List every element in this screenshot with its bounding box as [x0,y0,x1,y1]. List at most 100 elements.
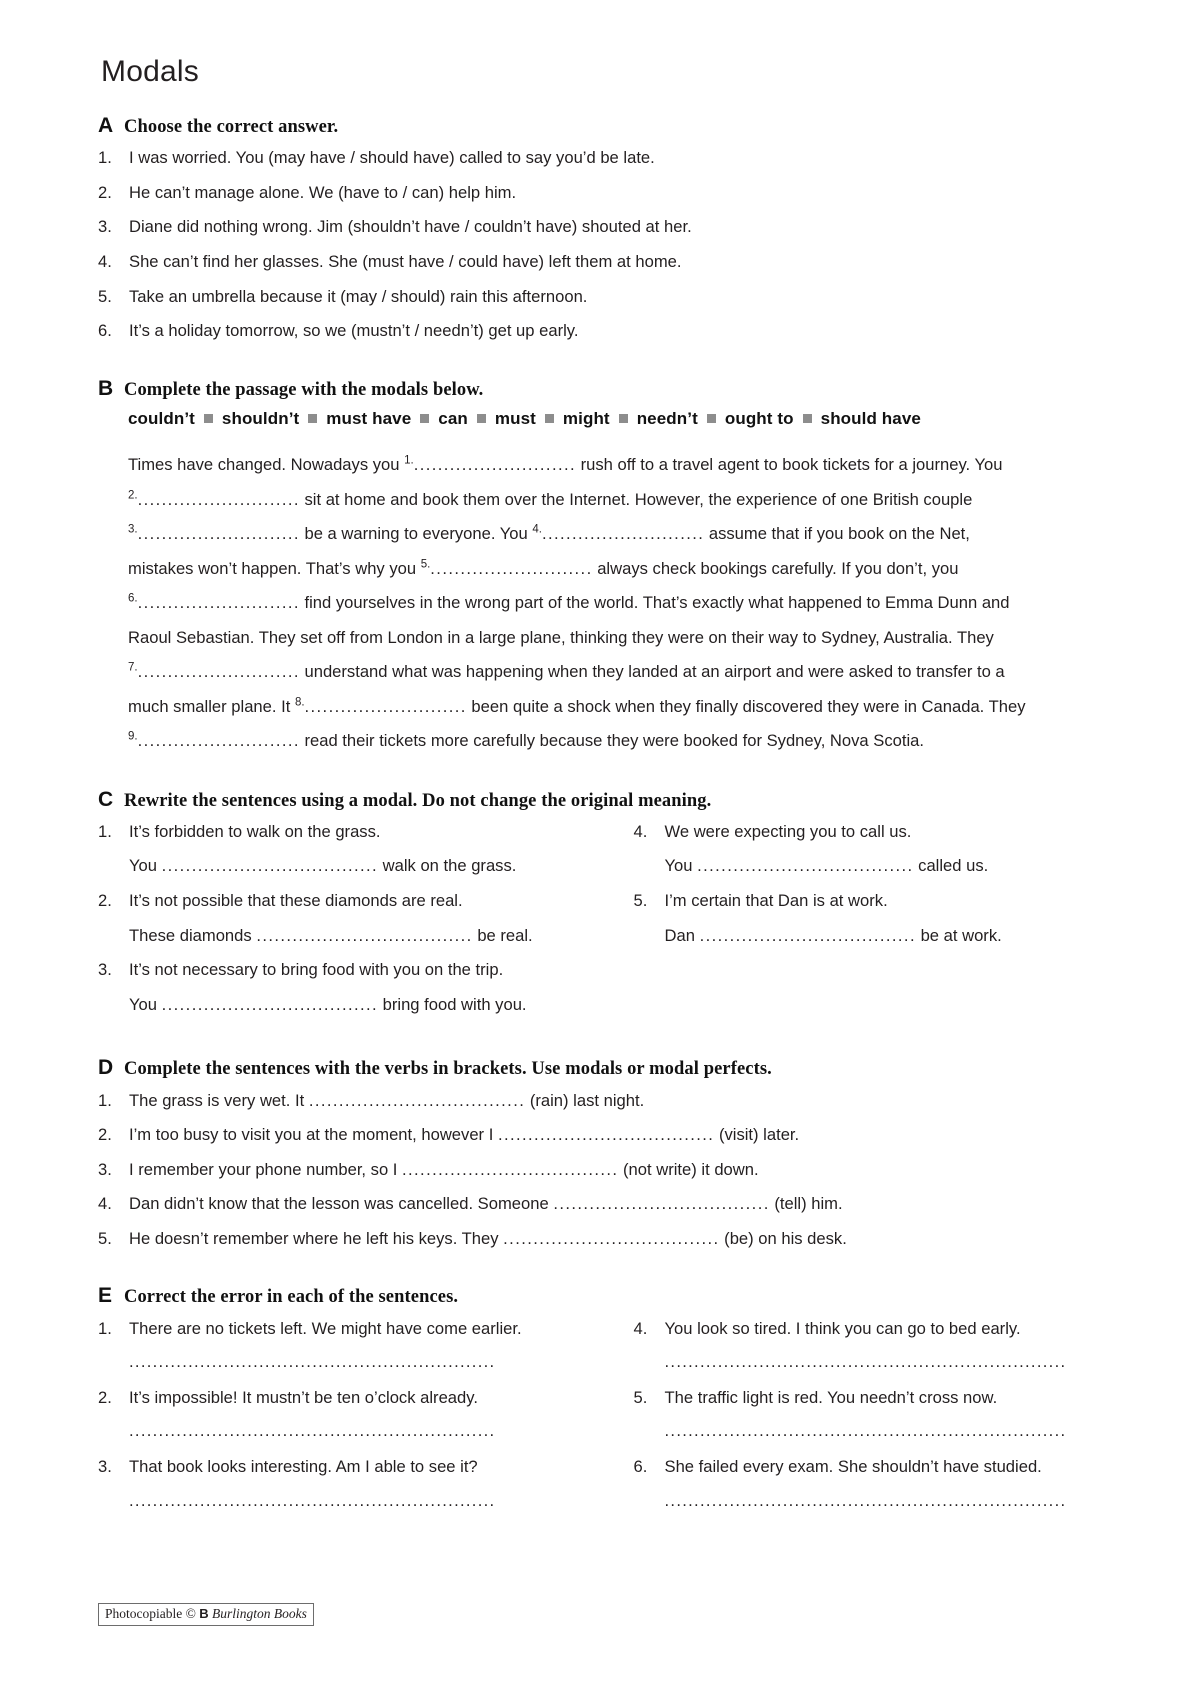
answer-suffix: be real. [477,925,533,945]
item-number: 5. [633,891,648,911]
dotted-blank[interactable]: .................................... [697,856,913,875]
dotted-blank[interactable]: ........................... [138,490,300,509]
dotted-blank[interactable]: .................................... [503,1229,719,1248]
word-bank-item[interactable]: can [438,409,468,428]
section-d-header: D Complete the sentences with the verbs … [98,1057,1105,1079]
passage-blank[interactable]: 7............................ [128,662,300,681]
blank-number: 1. [404,454,414,467]
section-c-columns: 1. It’s forbidden to walk on the grass. … [98,820,1105,1027]
word-bank-item[interactable]: ought to [725,409,794,428]
dotted-blank[interactable]: ........................... [138,731,300,750]
dotted-blank[interactable]: .................................... [498,1125,714,1144]
dotted-blank[interactable]: ........................... [305,697,467,716]
item-text: She can’t find her glasses. She (must ha… [129,252,682,272]
dotted-blank[interactable]: ........................... [414,455,576,474]
modal-word-bank: couldn’t shouldn’t must have can must might ne… [128,409,1105,429]
answer-suffix: walk on the grass. [382,856,517,876]
word-bank-item[interactable]: must [495,409,536,428]
blank-number: 4. [532,523,542,536]
sentence-after-blank: (be) on his desk. [724,1228,847,1248]
sentence-before-blank: I’m too busy to visit you at the moment,… [129,1125,494,1145]
answer-prefix: You [129,994,158,1014]
blank-number: 7. [128,661,138,674]
dotted-answer-blank[interactable]: ........................................… [129,1351,602,1373]
passage-blank[interactable]: 5............................ [421,558,593,578]
dotted-answer-blank[interactable]: ........................................… [129,1490,602,1512]
word-separator-icon [308,414,318,424]
answer-line: These diamonds .........................… [129,924,602,948]
passage-text: always check bookings carefully. If you … [592,558,959,578]
burlington-logo-icon: B [199,1606,209,1622]
dotted-blank[interactable]: .................................... [309,1091,525,1110]
passage-blank[interactable]: 1............................ [404,455,576,474]
word-bank-item[interactable]: must have [326,409,411,428]
answer-line: You ....................................… [129,854,602,878]
item-text: The grass is very wet. It ..............… [129,1089,1105,1113]
copyright-box: Photocopiable © B Burlington Books [98,1603,314,1626]
dotted-blank[interactable]: .................................... [402,1160,618,1179]
section-letter-a: A [98,114,114,137]
dotted-blank[interactable]: ........................... [430,559,592,578]
passage-blank[interactable]: 6............................ [128,593,300,612]
dotted-blank[interactable]: ........................... [542,524,704,543]
dotted-answer-blank[interactable]: ........................................… [665,1490,1106,1512]
section-letter-c: C [98,787,114,811]
answer-line: Dan ....................................… [665,924,1106,948]
item-number: 1. [98,148,112,168]
list-item: 2. I’m too busy to visit you at the mome… [98,1123,1105,1147]
item-text: You look so tired. I think you can go to… [664,1318,1021,1338]
item-number: 4. [633,821,648,841]
word-bank-item[interactable]: needn’t [637,409,698,428]
word-bank-item[interactable]: couldn’t [128,409,195,428]
dotted-blank[interactable]: ........................... [138,593,300,612]
dotted-blank[interactable]: ........................... [138,662,300,681]
item-text: It’s forbidden to walk on the grass. [129,821,381,841]
dotted-answer-blank[interactable]: ........................................… [665,1420,1106,1442]
list-item: 3. That book looks interesting. Am I abl… [98,1455,602,1479]
item-number: 5. [98,1228,112,1248]
item-number: 6. [633,1457,648,1477]
section-b-header: B Complete the passage with the modals b… [98,378,1105,400]
section-d: D Complete the sentences with the verbs … [98,1057,1105,1250]
item-number: 1. [98,1090,112,1110]
item-text: We were expecting you to call us. [664,821,912,841]
passage-blank[interactable]: 4............................ [532,524,704,543]
sentence-after-blank: (not write) it down. [623,1159,759,1179]
section-a: A Choose the correct answer. 1. I was wo… [98,115,1105,343]
passage-blank[interactable]: 9............................ [128,731,300,750]
item-number: 4. [98,1194,112,1214]
dotted-blank[interactable]: .................................... [162,995,378,1014]
answer-prefix: You [664,856,693,876]
item-text: It’s a holiday tomorrow, so we (mustn’t … [129,321,579,341]
dotted-blank[interactable]: .................................... [700,926,916,945]
answer-prefix: These diamonds [129,925,252,945]
passage-blank[interactable]: 3............................ [128,524,300,543]
passage-blank[interactable]: 8............................ [295,696,467,716]
dotted-answer-blank[interactable]: ........................................… [129,1420,602,1442]
item-text: He doesn’t remember where he left his ke… [129,1227,1105,1251]
dotted-blank[interactable]: .................................... [256,926,472,945]
dotted-answer-blank[interactable]: ........................................… [665,1351,1106,1373]
item-text: It’s impossible! It mustn’t be ten o’clo… [129,1387,478,1407]
sentence-before-blank: He doesn’t remember where he left his ke… [129,1228,499,1248]
dotted-blank[interactable]: .................................... [162,856,378,875]
word-bank-item[interactable]: should have [821,409,921,428]
item-number: 2. [98,891,112,911]
list-item: 6. She failed every exam. She shouldn’t … [634,1455,1106,1479]
passage-text: read their tickets more carefully becaus… [299,731,924,751]
section-letter-e: E [98,1284,113,1308]
word-separator-icon [476,414,486,424]
dotted-blank[interactable]: ........................... [138,524,300,543]
word-bank-item[interactable]: might [563,409,610,428]
passage-blank[interactable]: 2............................ [128,489,300,509]
passage-text: sit at home and book them over the Inter… [299,489,973,509]
list-item: 5. I’m certain that Dan is at work. [634,889,1106,913]
brand-name: Burlington Books [212,1606,307,1622]
section-c-right-column: 4. We were expecting you to call us. You… [602,820,1106,1027]
dotted-blank[interactable]: .................................... [553,1194,769,1213]
item-text: There are no tickets left. We might have… [129,1318,522,1338]
passage-text: rush off to a travel agent to book ticke… [575,455,1003,475]
word-bank-item[interactable]: shouldn’t [222,409,299,428]
